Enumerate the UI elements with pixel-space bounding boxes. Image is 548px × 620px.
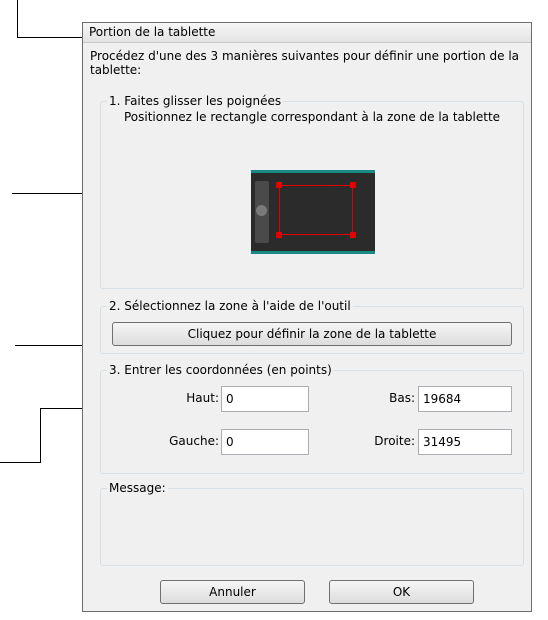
callout-line-coordinates [0, 462, 41, 463]
left-input[interactable] [221, 429, 309, 455]
tablet-portion-dialog: Portion de la tablette Procédez d'une de… [82, 22, 532, 612]
cancel-button[interactable]: Annuler [160, 580, 305, 604]
coordinates-group: 3. Entrer les coordonnées (en points) Ha… [100, 363, 524, 474]
drag-handles-title: 1. Faites glisser les poignées [107, 94, 284, 108]
select-tool-group: 2. Sélectionnez la zone à l'aide de l'ou… [100, 299, 524, 354]
resize-handle-top-left[interactable] [276, 182, 282, 188]
message-group: Message: [100, 481, 524, 566]
top-input[interactable] [221, 386, 309, 412]
define-area-button[interactable]: Cliquez pour définir la zone de la table… [112, 322, 512, 346]
bottom-label: Bas: [389, 391, 415, 405]
dialog-instructions: Procédez d'une des 3 manières suivantes … [90, 49, 520, 77]
drag-handles-subtitle: Positionnez le rectangle correspondant à… [123, 110, 501, 124]
dialog-title: Portion de la tablette [83, 23, 531, 43]
resize-handle-bottom-right[interactable] [350, 232, 356, 238]
tablet-touch-ring-icon [256, 205, 267, 216]
resize-handle-top-right[interactable] [350, 182, 356, 188]
message-title: Message: [107, 481, 168, 495]
right-input[interactable] [418, 429, 512, 455]
callout-line-title [17, 37, 82, 38]
top-label: Haut: [186, 391, 219, 405]
drag-handles-group: 1. Faites glisser les poignées Positionn… [100, 94, 524, 289]
tablet-express-keys [255, 181, 269, 243]
callout-line-coordinates [40, 408, 41, 463]
active-area-rectangle[interactable] [276, 182, 356, 238]
callout-line-title [17, 0, 18, 38]
right-label: Droite: [374, 434, 415, 448]
resize-handle-bottom-left[interactable] [276, 232, 282, 238]
bottom-input[interactable] [418, 386, 512, 412]
select-tool-title: 2. Sélectionnez la zone à l'aide de l'ou… [107, 299, 353, 313]
left-label: Gauche: [169, 434, 219, 448]
coordinates-title: 3. Entrer les coordonnées (en points) [107, 363, 334, 377]
tablet-image[interactable] [251, 170, 375, 254]
ok-button[interactable]: OK [329, 580, 474, 604]
